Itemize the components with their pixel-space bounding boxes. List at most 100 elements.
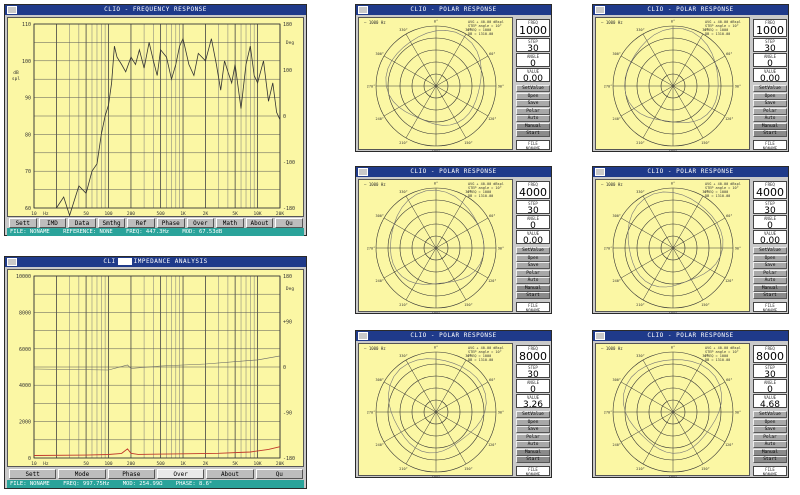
polar-plot[interactable]: 0°30°60°90°120°150°180°210°240°270°300°3… — [595, 343, 750, 477]
start-button[interactable]: Start — [753, 456, 787, 463]
auto-button[interactable]: Auto — [753, 115, 787, 122]
auto-button[interactable]: Auto — [516, 115, 550, 122]
imd-button[interactable]: IMD — [38, 218, 67, 228]
save-button[interactable]: Save — [753, 262, 787, 269]
polar-button[interactable]: Polar — [516, 433, 550, 441]
setvalue-button[interactable]: SetValue — [753, 411, 787, 418]
value-readout[interactable]: VALUE 0.00 — [516, 68, 550, 84]
system-menu-button[interactable] — [358, 168, 368, 176]
setvalue-button[interactable]: SetValue — [516, 411, 550, 418]
setvalue-button[interactable]: SetValue — [516, 247, 550, 254]
value-readout[interactable]: VALUE 0.00 — [516, 230, 550, 246]
open-button[interactable]: Open — [753, 92, 787, 100]
value-readout[interactable]: VALUE 3.26 — [516, 394, 550, 410]
over-button[interactable]: Over — [156, 469, 205, 479]
value-readout[interactable]: VALUE 0.00 — [753, 68, 787, 84]
qu-button[interactable]: Qu — [255, 469, 303, 479]
system-menu-button[interactable] — [358, 332, 368, 340]
freq-readout[interactable]: FREQ 4000 — [516, 181, 550, 199]
sett-button[interactable]: Sett — [9, 218, 37, 228]
manual-button[interactable]: Manual — [753, 284, 787, 292]
polar-plot[interactable]: 0°30°60°90°120°150°180°210°240°270°300°3… — [358, 17, 513, 151]
start-button[interactable]: Start — [753, 292, 787, 299]
save-button[interactable]: Save — [753, 100, 787, 107]
math-button[interactable]: Math — [216, 218, 244, 228]
system-menu-button[interactable] — [7, 258, 17, 266]
sett-button[interactable]: Sett — [9, 469, 57, 479]
manual-button[interactable]: Manual — [753, 448, 787, 456]
value-readout[interactable]: VALUE 4.68 — [753, 394, 787, 410]
save-button[interactable]: Save — [753, 426, 787, 433]
frequency-plot[interactable]: 110 100 90 80 70 60 180 100 0 -100 -180 dB spl Deg 10 H… — [7, 17, 304, 217]
manual-button[interactable]: Manual — [516, 122, 550, 130]
polar-button[interactable]: Polar — [753, 433, 787, 441]
polar-plot[interactable]: 0°30°60°90°120°150°180°210°240°270°300°3… — [358, 179, 513, 313]
manual-button[interactable]: Manual — [753, 122, 787, 130]
system-menu-button[interactable] — [595, 6, 605, 14]
angle-readout[interactable]: ANGLE 0 — [516, 379, 550, 395]
angle-readout[interactable]: ANGLE 0 — [516, 53, 550, 69]
polar-button[interactable]: Polar — [516, 107, 550, 115]
qu-button[interactable]: Qu — [275, 218, 303, 228]
auto-button[interactable]: Auto — [516, 441, 550, 448]
impedance-plot[interactable]: 10000 8000 6000 4000 2000 0 180 +90 0 -90 -180 Deg 1… — [7, 269, 304, 467]
freq-readout[interactable]: FREQ 8000 — [516, 345, 550, 363]
start-button[interactable]: Start — [516, 456, 550, 463]
smthg-button[interactable]: Smthg — [97, 218, 126, 228]
phase-button[interactable]: Phase — [156, 218, 185, 228]
open-button[interactable]: Open — [753, 418, 787, 426]
phase-button[interactable]: Phase — [107, 469, 155, 479]
step-readout[interactable]: STEP 30 — [516, 38, 550, 54]
mode-button[interactable]: Mode — [58, 469, 106, 479]
open-button[interactable]: Open — [753, 254, 787, 262]
open-button[interactable]: Open — [516, 254, 550, 262]
manual-button[interactable]: Manual — [516, 448, 550, 456]
angle-readout[interactable]: ANGLE 0 — [753, 379, 787, 395]
manual-button[interactable]: Manual — [516, 284, 550, 292]
step-readout[interactable]: STEP 30 — [516, 200, 550, 216]
polar-button[interactable]: Polar — [516, 269, 550, 277]
step-readout[interactable]: STEP 30 — [753, 364, 787, 380]
auto-button[interactable]: Auto — [753, 277, 787, 284]
about-button[interactable]: About — [206, 469, 254, 479]
start-button[interactable]: Start — [516, 130, 550, 137]
auto-button[interactable]: Auto — [516, 277, 550, 284]
step-readout[interactable]: STEP 30 — [516, 364, 550, 380]
polar-plot[interactable]: 0°30°60°90°120°150°180°210°240°270°300°3… — [595, 179, 750, 313]
save-button[interactable]: Save — [516, 426, 550, 433]
system-menu-button[interactable] — [595, 332, 605, 340]
freq-readout[interactable]: FREQ 1000 — [753, 19, 787, 37]
save-button[interactable]: Save — [516, 100, 550, 107]
polar-plot[interactable]: 0°30°60°90°120°150°180°210°240°270°300°3… — [358, 343, 513, 477]
setvalue-button[interactable]: SetValue — [753, 247, 787, 254]
step-readout[interactable]: STEP 30 — [753, 38, 787, 54]
setvalue-button[interactable]: SetValue — [753, 85, 787, 92]
setvalue-button[interactable]: SetValue — [516, 85, 550, 92]
start-button[interactable]: Start — [753, 130, 787, 137]
x-tick: 5K — [232, 461, 238, 467]
open-button[interactable]: Open — [516, 418, 550, 426]
ref-button[interactable]: Ref — [127, 218, 155, 228]
angle-label: 60° — [489, 214, 495, 218]
about-button[interactable]: About — [245, 218, 274, 228]
angle-readout[interactable]: ANGLE 0 — [753, 215, 787, 231]
save-button[interactable]: Save — [516, 262, 550, 269]
polar-plot[interactable]: 0°30°60°90°120°150°180°210°240°270°300°3… — [595, 17, 750, 151]
value-readout[interactable]: VALUE 0.00 — [753, 230, 787, 246]
polar-button[interactable]: Polar — [753, 269, 787, 277]
angle-readout[interactable]: ANGLE 0 — [753, 53, 787, 69]
start-button[interactable]: Start — [516, 292, 550, 299]
step-readout[interactable]: STEP 30 — [753, 200, 787, 216]
angle-readout[interactable]: ANGLE 0 — [516, 215, 550, 231]
freq-readout[interactable]: FREQ 8000 — [753, 345, 787, 363]
over-button[interactable]: Over — [186, 218, 215, 228]
polar-button[interactable]: Polar — [753, 107, 787, 115]
auto-button[interactable]: Auto — [753, 441, 787, 448]
freq-readout[interactable]: FREQ 4000 — [753, 181, 787, 199]
data-button[interactable]: Data — [68, 218, 96, 228]
freq-readout[interactable]: FREQ 1000 — [516, 19, 550, 37]
open-button[interactable]: Open — [516, 92, 550, 100]
system-menu-button[interactable] — [7, 6, 17, 14]
system-menu-button[interactable] — [595, 168, 605, 176]
system-menu-button[interactable] — [358, 6, 368, 14]
